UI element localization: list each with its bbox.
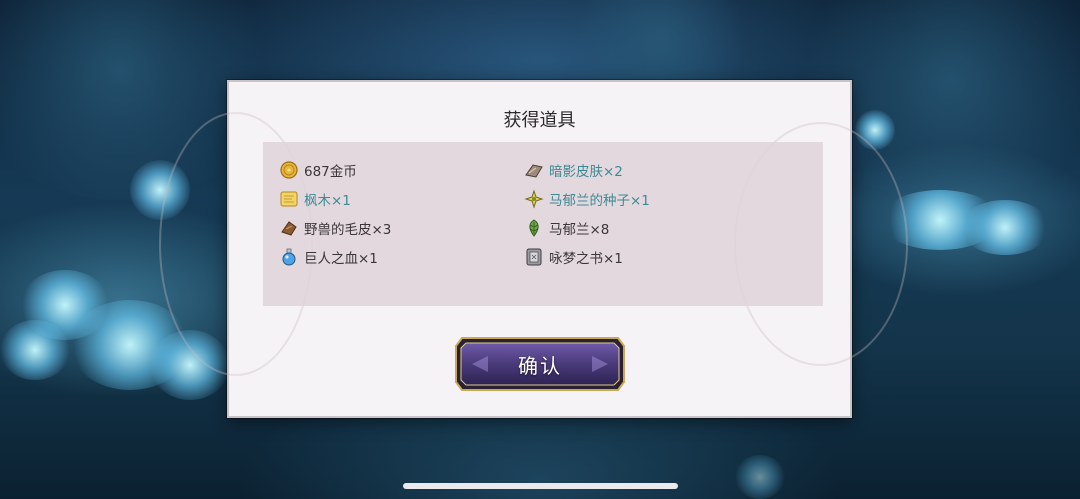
- list-item: 野兽的毛皮×3: [279, 216, 391, 240]
- item-reward-dialog: 获得道具 687金币 枫木×1 野兽的毛皮×3 巨人之血×1 暗影皮肤×2 马郁…: [159, 80, 908, 418]
- dream-book-icon: [526, 248, 542, 266]
- glowing-flower: [0, 320, 70, 380]
- shadow-hide-icon: [525, 164, 543, 178]
- gold-coin-icon: [280, 161, 298, 179]
- list-item: 枫木×1: [279, 187, 351, 211]
- marjoram-leaf-icon: [529, 219, 539, 237]
- home-indicator[interactable]: [403, 483, 678, 489]
- marjoram-seed-icon: [524, 189, 544, 209]
- list-item: 马郁兰×8: [524, 216, 609, 240]
- glowing-flower: [960, 200, 1050, 255]
- giant-blood-potion-icon: [282, 248, 296, 266]
- item-label: 巨人之血×1: [304, 251, 378, 267]
- dialog-title: 获得道具: [503, 110, 576, 131]
- item-label: 野兽的毛皮×3: [304, 222, 392, 238]
- item-label: 咏梦之书×1: [549, 251, 623, 267]
- confirm-button[interactable]: 确认: [454, 336, 626, 392]
- list-item: 咏梦之书×1: [524, 245, 623, 269]
- list-item: 巨人之血×1: [279, 245, 378, 269]
- item-label: 687金币: [304, 164, 357, 180]
- beast-fur-icon: [281, 221, 297, 236]
- list-item: 暗影皮肤×2: [524, 158, 623, 182]
- item-label: 马郁兰的种子×1: [549, 193, 650, 209]
- maple-wood-icon: [280, 191, 298, 207]
- item-label: 枫木×1: [304, 193, 351, 209]
- glowing-orb: [735, 455, 785, 499]
- confirm-button-label: 确认: [518, 353, 562, 378]
- item-list-panel: 687金币 枫木×1 野兽的毛皮×3 巨人之血×1 暗影皮肤×2 马郁兰的种子×…: [263, 142, 823, 306]
- item-label: 暗影皮肤×2: [549, 164, 623, 180]
- list-item: 687金币: [279, 158, 357, 182]
- item-label: 马郁兰×8: [549, 222, 610, 238]
- list-item: 马郁兰的种子×1: [524, 187, 650, 211]
